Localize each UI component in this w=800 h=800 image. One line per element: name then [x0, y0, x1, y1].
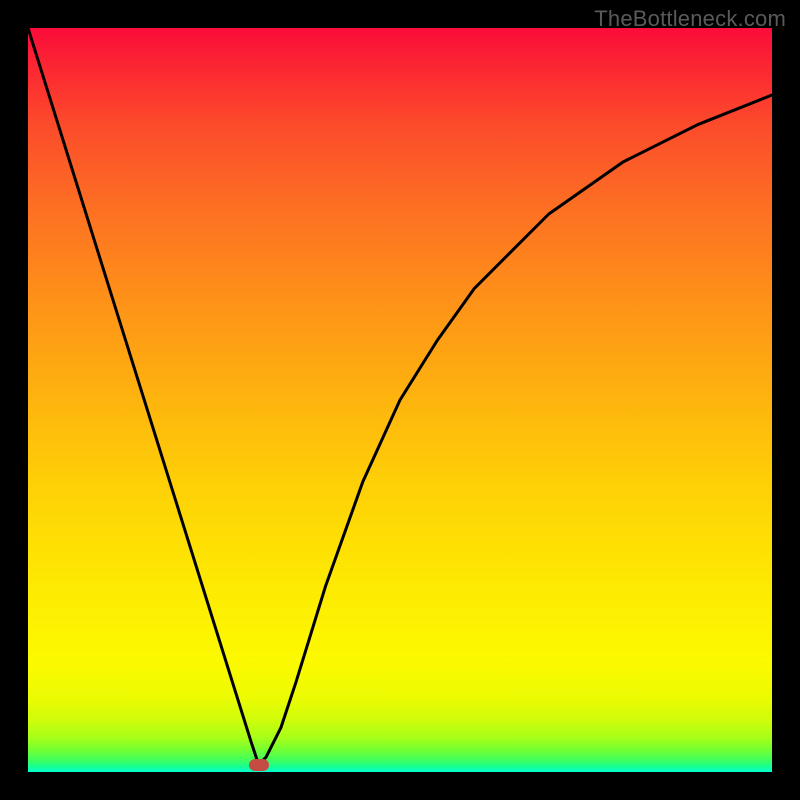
chart-frame: TheBottleneck.com	[0, 0, 800, 800]
minimum-marker	[249, 759, 269, 771]
bottleneck-curve	[28, 28, 772, 772]
plot-area	[28, 28, 772, 772]
watermark-text: TheBottleneck.com	[594, 6, 786, 32]
